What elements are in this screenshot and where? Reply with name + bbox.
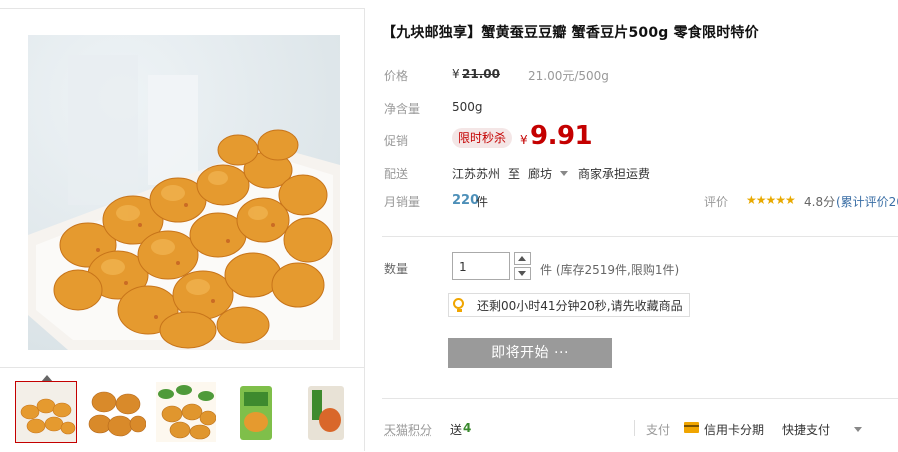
thumbnail-strip — [0, 367, 364, 452]
rating-label: 评价 — [704, 195, 729, 209]
quantity-label: 数量 — [384, 262, 409, 276]
net-weight-value: 500g — [452, 100, 483, 114]
net-weight-label: 净含量 — [384, 102, 421, 116]
lightbulb-icon — [453, 298, 464, 312]
countdown-tip: 还剩00小时41分钟20秒,请先收藏商品 — [448, 293, 690, 317]
promo-currency: ¥ — [520, 133, 528, 147]
product-gallery — [0, 8, 365, 451]
stock-info: 件 (库存2519件,限购1件) — [540, 263, 680, 277]
thumbnail-3[interactable] — [156, 382, 216, 442]
thumbnail-4[interactable] — [226, 382, 286, 442]
ship-from: 江苏苏州 — [452, 167, 501, 181]
rating-score: 4.8分 — [804, 195, 836, 209]
flash-sale-badge: 限时秒杀 — [452, 128, 512, 148]
coming-soon-button[interactable]: 即将开始 ··· — [448, 338, 612, 368]
shipping-fee: 商家承担运费 — [578, 167, 651, 181]
rating-stars: ★★★★★ — [746, 193, 796, 207]
product-title: 【九块邮独享】蟹黄蚕豆豆瓣 蟹香豆片500g 零食限时特价 — [382, 25, 759, 41]
credit-card-icon — [684, 422, 699, 433]
monthly-sales-unit: 件 — [476, 195, 489, 209]
rating-link[interactable]: (累计评价20 — [836, 193, 898, 210]
thumbnail-1[interactable] — [15, 381, 77, 443]
ship-to-select[interactable]: 廊坊 — [528, 165, 552, 182]
thumbnail-2[interactable] — [86, 382, 146, 442]
promo-price: 9.91 — [530, 121, 593, 151]
quantity-input[interactable]: 1 — [452, 252, 510, 280]
original-price-currency: ¥ — [452, 67, 460, 81]
points-value: 4 — [463, 421, 472, 435]
active-thumb-pointer — [41, 375, 53, 382]
footer-divider — [382, 398, 898, 399]
quick-pay-option[interactable]: 快捷支付 — [782, 421, 830, 438]
thumbnail-5[interactable] — [296, 382, 356, 442]
main-product-image[interactable] — [28, 35, 340, 350]
tmall-points-label[interactable]: 天猫积分 — [384, 421, 432, 438]
footer-separator — [634, 420, 635, 436]
chevron-down-icon[interactable] — [560, 171, 568, 176]
ship-to-word: 至 — [508, 167, 521, 181]
quantity-decrease-button[interactable] — [514, 267, 531, 280]
payment-label: 支付 — [646, 423, 671, 437]
product-info-panel: 【九块邮独享】蟹黄蚕豆豆瓣 蟹香豆片500g 零食限时特价 价格 ¥ 21.00… — [382, 0, 898, 450]
points-prefix: 送 — [450, 423, 463, 437]
quantity-increase-button[interactable] — [514, 252, 531, 265]
countdown-text: 还剩00小时41分钟20秒,请先收藏商品 — [477, 299, 683, 313]
section-divider — [382, 236, 898, 237]
credit-installment-option[interactable]: 信用卡分期 — [704, 421, 764, 438]
shipping-label: 配送 — [384, 167, 409, 181]
monthly-sales-label: 月销量 — [384, 195, 421, 209]
unit-price: 21.00元/500g — [528, 69, 609, 83]
price-label: 价格 — [384, 69, 409, 83]
promo-label: 促销 — [384, 134, 409, 148]
chevron-down-icon[interactable] — [854, 427, 862, 432]
original-price: 21.00 — [462, 67, 500, 81]
